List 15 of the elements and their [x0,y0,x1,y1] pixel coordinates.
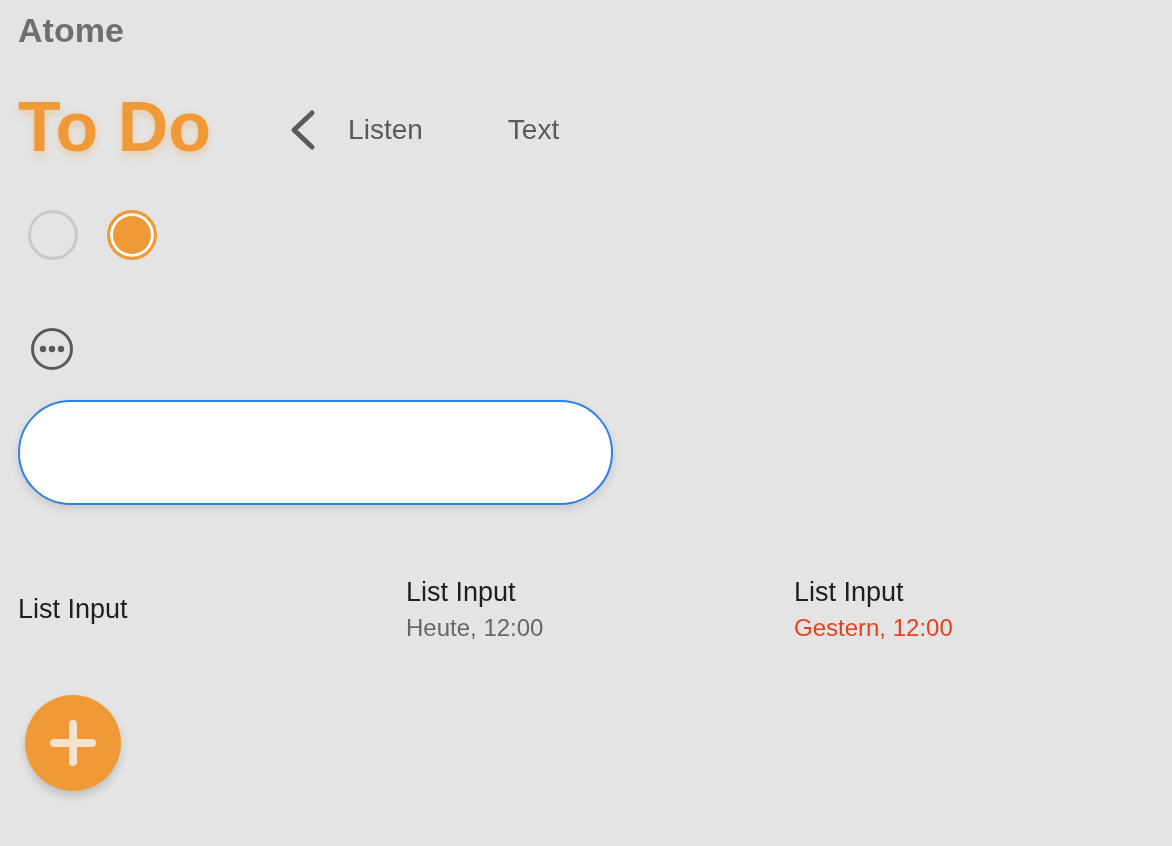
back-button[interactable]: Listen [289,109,423,151]
chevron-left-icon [289,109,317,151]
text-button[interactable]: Text [507,113,560,147]
list-item-date: Gestern, 12:00 [794,614,953,644]
more-icon[interactable] [31,328,73,370]
radio-button[interactable] [28,210,78,260]
plus-icon [50,720,96,767]
list-item-title[interactable]: List Input [794,576,904,609]
page-title: To Do [18,92,212,162]
radio-button[interactable] [107,210,157,260]
list-item-date: Heute, 12:00 [406,614,544,644]
app-title: Atome [18,13,124,47]
list-item-title[interactable]: List Input [406,576,516,609]
list-item-title[interactable]: List Input [18,593,128,626]
add-button[interactable] [25,695,121,792]
